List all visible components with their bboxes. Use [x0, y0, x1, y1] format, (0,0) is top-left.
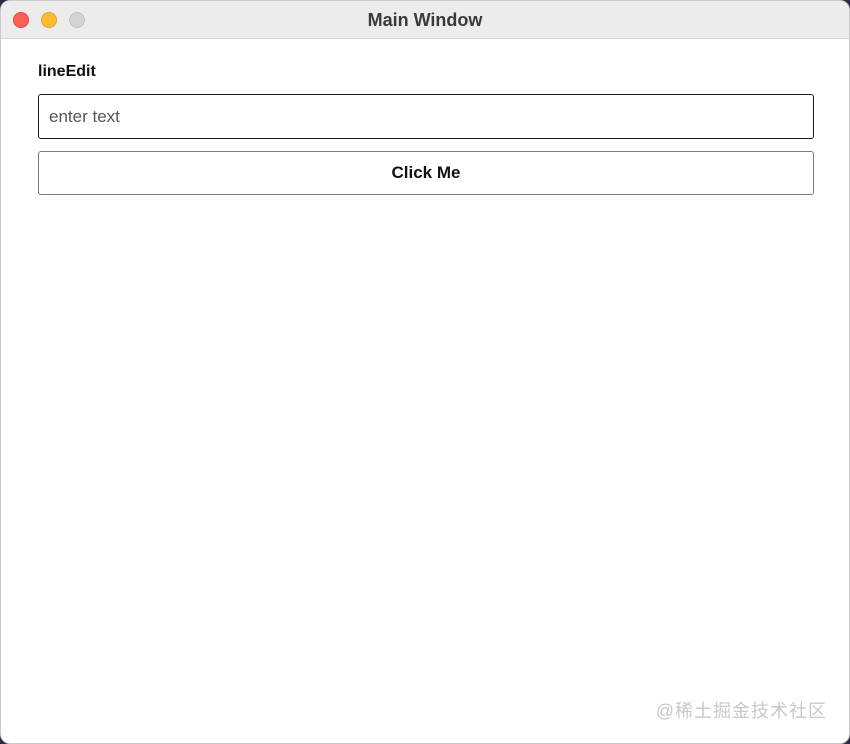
title-bar: Main Window	[1, 1, 849, 39]
main-window: Main Window lineEdit Click Me @稀土掘金技术社区	[0, 0, 850, 744]
line-edit-input[interactable]	[38, 94, 814, 139]
window-title: Main Window	[367, 10, 483, 30]
line-edit-label: lineEdit	[38, 63, 96, 80]
click-me-button[interactable]: Click Me	[38, 151, 814, 195]
form-content: lineEdit Click Me	[38, 61, 814, 195]
watermark: @稀土掘金技术社区	[655, 701, 827, 721]
